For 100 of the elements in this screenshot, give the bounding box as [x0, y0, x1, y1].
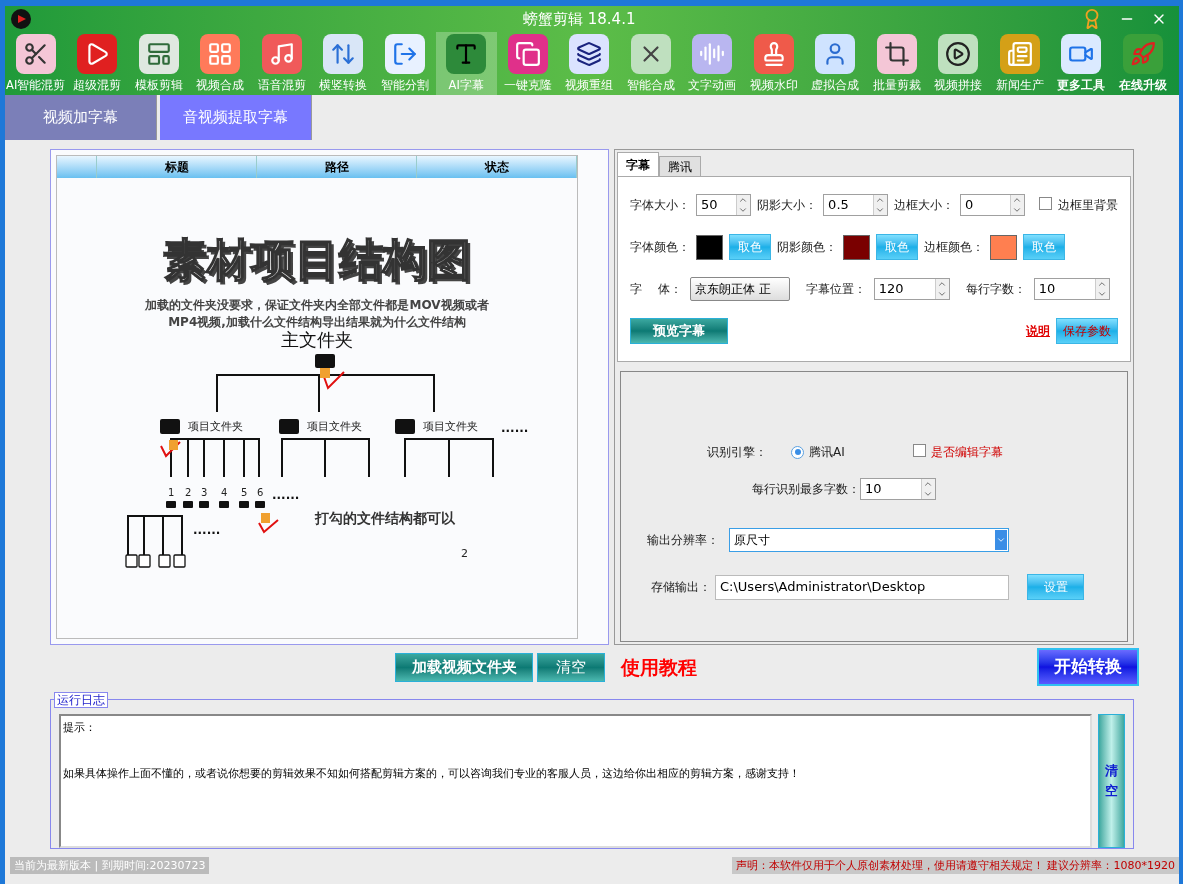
- pick-color-button[interactable]: 取色: [729, 234, 771, 260]
- font-dropdown[interactable]: 京东朗正体 正: [689, 277, 790, 301]
- field-label: 存储输出：: [651, 579, 711, 597]
- spinner-arrows[interactable]: [873, 195, 888, 215]
- field-value: 50: [700, 196, 719, 215]
- pick-color-button[interactable]: 取色: [876, 234, 918, 260]
- mode-tab[interactable]: 音视频提取字幕: [160, 95, 312, 140]
- toolbar-tool[interactable]: 横竖转换: [312, 32, 374, 95]
- color-swatch[interactable]: [696, 234, 723, 260]
- spinner-arrows[interactable]: [934, 279, 949, 299]
- radio-button[interactable]: [791, 445, 804, 459]
- column-header[interactable]: 标题: [97, 156, 257, 178]
- color-swatch[interactable]: [843, 234, 870, 260]
- toolbar-tool[interactable]: 超级混剪: [66, 32, 128, 95]
- spinner-arrows[interactable]: [1094, 279, 1109, 299]
- help-link[interactable]: 说明: [1026, 322, 1050, 340]
- preview-button[interactable]: 预览字幕: [630, 318, 728, 344]
- column-header[interactable]: 状态: [417, 156, 577, 178]
- mode-tab[interactable]: 视频加字幕: [5, 95, 157, 140]
- tool-icon: [1122, 34, 1163, 74]
- field-label: 字体颜色：: [630, 239, 690, 256]
- tool-icon: [138, 34, 179, 74]
- app-logo-icon: [9, 8, 33, 30]
- number-field[interactable]: 10: [1033, 278, 1110, 300]
- settings-button[interactable]: 设置: [1027, 574, 1084, 601]
- field-label: 输出分辨率：: [647, 532, 719, 550]
- tool-icon: [569, 34, 610, 74]
- toolbar-tool[interactable]: 智能合成: [620, 32, 682, 95]
- tool-icon: [1061, 34, 1102, 74]
- field-label: 识别引擎：: [707, 444, 767, 462]
- diagram-title: 素材项目结构图: [162, 238, 472, 282]
- checkbox[interactable]: [1039, 197, 1052, 210]
- toolbar-tool[interactable]: AI智能混剪: [5, 32, 67, 95]
- field-value: 120: [877, 280, 905, 299]
- toolbar-tool[interactable]: 语音混剪: [251, 32, 313, 95]
- toolbar-tool[interactable]: 新闻生产: [989, 32, 1051, 95]
- number-field[interactable]: 10: [860, 478, 936, 501]
- up-icon[interactable]: [1011, 195, 1023, 205]
- spinner-arrows[interactable]: [736, 195, 751, 215]
- toolbar-tool[interactable]: 文字动画: [681, 32, 743, 95]
- log-line: 如果具体操作上面不懂的，或者说你想要的剪辑效果不知如何搭配剪辑方案的，可以咨询我们专业的客服人员，这边给你出相应的剪辑方案，感谢支持！: [63, 766, 801, 782]
- resolution-dropdown[interactable]: 原尺寸: [729, 528, 1009, 553]
- field-label: 阴影颜色：: [777, 239, 837, 256]
- number-field[interactable]: 120: [873, 278, 950, 300]
- settings-tab[interactable]: 字幕: [617, 152, 659, 176]
- toolbar-tool[interactable]: 虚拟合成: [804, 32, 866, 95]
- load-folder-button[interactable]: 加载视频文件夹: [395, 652, 533, 682]
- number-label: 3: [201, 488, 208, 498]
- settings-tab[interactable]: 腾讯: [659, 156, 701, 176]
- tool-icon: [507, 34, 548, 74]
- field-label: 字幕位置：: [805, 281, 866, 298]
- tool-icon: [77, 34, 118, 74]
- start-button[interactable]: 开始转换: [1037, 648, 1139, 686]
- tool-icon: [15, 34, 56, 74]
- tool-icon: [261, 34, 302, 74]
- number-field[interactable]: 0: [960, 194, 1025, 216]
- toolbar-tool[interactable]: 视频拼接: [927, 32, 989, 95]
- spinner-arrows[interactable]: [921, 479, 935, 500]
- toolbar-tool[interactable]: 视频重组: [558, 32, 620, 95]
- field-value: 10: [864, 480, 883, 499]
- spinner-arrows[interactable]: [1010, 195, 1024, 215]
- toolbar-tool[interactable]: 更多工具: [1050, 32, 1112, 95]
- tool-icon: [876, 34, 917, 74]
- color-swatch[interactable]: [990, 234, 1017, 260]
- toolbar-tool[interactable]: 批量剪裁: [866, 32, 928, 95]
- field-label: 字体大小：: [630, 197, 690, 214]
- pick-color-button[interactable]: 取色: [1023, 234, 1065, 260]
- output-path-field[interactable]: C:\Users\Administrator\Desktop: [715, 574, 1009, 600]
- folder-label: 项目文件夹: [307, 419, 362, 435]
- tutorial-link[interactable]: 使用教程: [621, 652, 697, 682]
- tool-icon: [692, 34, 733, 74]
- down-icon[interactable]: [1011, 205, 1023, 215]
- toolbar-tool[interactable]: 模板剪辑: [128, 32, 190, 95]
- toolbar-tool[interactable]: 在线升级: [1112, 32, 1174, 95]
- number-field[interactable]: 50: [696, 194, 752, 216]
- number-label: 4: [221, 488, 228, 498]
- save-button[interactable]: 保存参数: [1056, 318, 1118, 344]
- toolbar-tool[interactable]: 一键克隆: [497, 32, 559, 95]
- number-label: 5: [241, 488, 248, 498]
- clear-button[interactable]: 清空: [537, 652, 605, 682]
- field-label: 每行识别最多字数：: [752, 481, 860, 499]
- number-label: 6: [257, 488, 264, 498]
- toolbar-tool[interactable]: 视频合成: [189, 32, 251, 95]
- field-label: 每行字数：: [965, 281, 1026, 298]
- clear-log-button[interactable]: 清空: [1098, 714, 1125, 848]
- field-value: 10: [1037, 280, 1057, 299]
- tool-icon: [446, 34, 487, 74]
- tool-icon: [384, 34, 425, 74]
- toolbar-tool[interactable]: 智能分割: [374, 32, 436, 95]
- toolbar-tool[interactable]: AI字幕: [435, 32, 497, 95]
- checkbox[interactable]: [912, 444, 926, 458]
- column-header[interactable]: 路径: [257, 156, 417, 178]
- field-label: 边框颜色：: [924, 239, 984, 256]
- stray-mark: 2: [461, 546, 468, 562]
- field-label: 边框大小：: [894, 197, 955, 214]
- diagram-note: MP4视频,加载什么文件结构导出结果就为什么文件结构: [167, 314, 467, 331]
- number-field[interactable]: 0.5: [823, 194, 889, 216]
- diagram-note: 加载的文件夹没要求，保证文件夹内全部文件都是MOV视频或者: [144, 297, 490, 314]
- toolbar-tool[interactable]: 视频水印: [743, 32, 805, 95]
- tool-icon: [815, 34, 856, 74]
